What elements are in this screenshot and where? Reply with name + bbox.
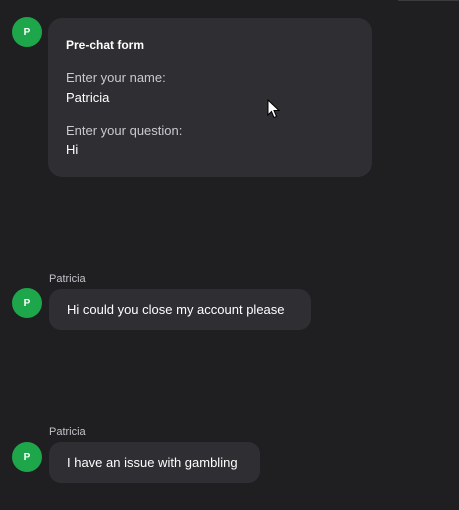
top-divider [398,0,459,1]
question-field-value: Hi [66,142,79,157]
form-title: Pre-chat form [66,38,145,52]
sender-name: Patricia [49,426,86,438]
pre-chat-form-card: Pre-chat form Enter your name: Patricia … [48,18,372,177]
question-field-label: Enter your question: [66,123,183,138]
name-field-value: Patricia [66,90,110,105]
avatar: P [12,17,42,47]
name-field-label: Enter your name: [66,70,166,85]
mouse-pointer-icon [267,99,281,119]
sender-name: Patricia [49,273,86,285]
message-bubble: Hi could you close my account please [49,289,311,330]
avatar: P [12,288,42,318]
avatar: P [12,442,42,472]
message-bubble: I have an issue with gambling [49,442,260,483]
